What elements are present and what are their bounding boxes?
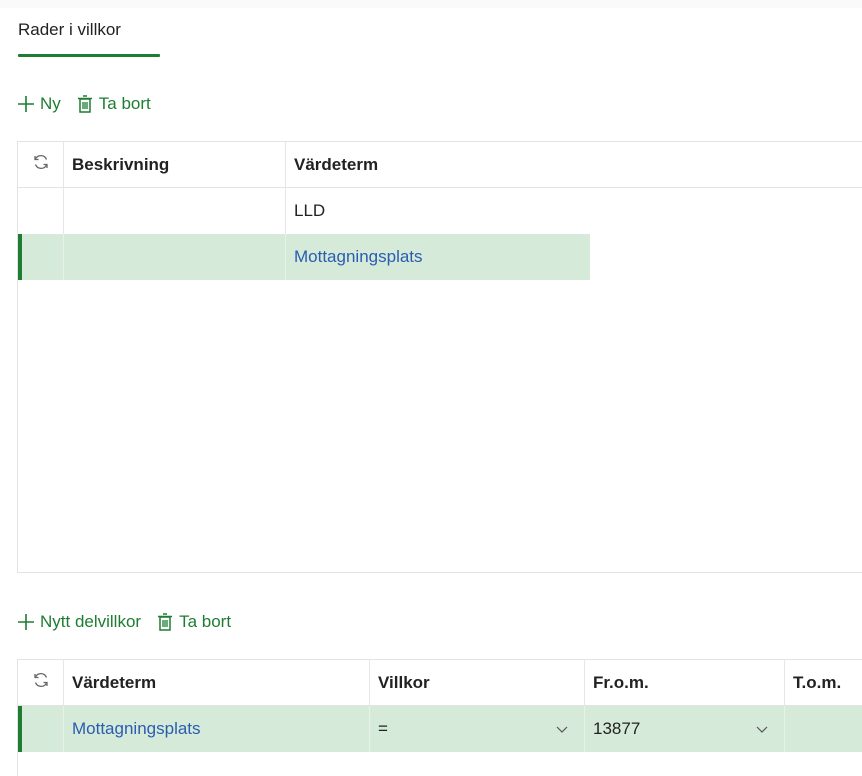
description-cell[interactable] xyxy=(64,234,286,280)
table-row-selected[interactable]: Mottagningsplats xyxy=(18,234,590,280)
delete-subcondition-label: Ta bort xyxy=(179,612,232,631)
column-header-to[interactable]: T.o.m. xyxy=(785,660,862,706)
from-select[interactable]: 13877 xyxy=(585,706,785,752)
row-marker-cell[interactable] xyxy=(18,706,64,752)
value-term-cell[interactable]: Mottagningsplats xyxy=(286,234,590,280)
delete-row-button[interactable]: Ta bort xyxy=(75,94,151,114)
from-value: 13877 xyxy=(593,719,641,738)
delete-row-label: Ta bort xyxy=(98,94,151,113)
condition-select[interactable]: = xyxy=(370,706,585,752)
tab-rader-i-villkor[interactable]: Rader i villkor xyxy=(18,20,121,40)
tab-active-indicator xyxy=(18,54,160,57)
refresh-icon xyxy=(32,671,50,694)
refresh-icon xyxy=(32,153,50,176)
new-row-button[interactable]: Ny xyxy=(16,94,61,114)
plus-icon xyxy=(16,612,36,632)
trash-icon xyxy=(75,94,95,114)
delete-subcondition-button[interactable]: Ta bort xyxy=(155,612,231,632)
value-term-cell[interactable]: LLD xyxy=(286,188,592,234)
description-cell[interactable] xyxy=(64,188,286,234)
trash-icon xyxy=(155,612,175,632)
conditions-rows-grid: Beskrivning Värdeterm LLD Mottagningspla… xyxy=(17,141,862,573)
value-term-cell[interactable]: Mottagningsplats xyxy=(64,706,370,752)
toolbar-rows: Ny Ta bort xyxy=(16,90,151,118)
refresh-button[interactable] xyxy=(18,142,64,188)
table-row[interactable]: LLD xyxy=(18,188,592,234)
new-subcondition-button[interactable]: Nytt delvillkor xyxy=(16,612,141,632)
selected-row-indicator xyxy=(18,706,22,752)
new-subcondition-label: Nytt delvillkor xyxy=(40,612,142,631)
grid-header: Beskrivning Värdeterm xyxy=(18,142,862,188)
column-header-description[interactable]: Beskrivning xyxy=(64,142,286,188)
column-header-value-term[interactable]: Värdeterm xyxy=(286,142,862,188)
refresh-button[interactable] xyxy=(18,660,64,706)
table-row-selected[interactable]: Mottagningsplats = 13877 xyxy=(18,706,862,752)
top-strip xyxy=(0,0,862,8)
selected-row-indicator xyxy=(18,234,22,280)
chevron-down-icon[interactable] xyxy=(554,721,570,737)
to-cell[interactable] xyxy=(785,706,862,752)
plus-icon xyxy=(16,94,36,114)
column-header-from[interactable]: Fr.o.m. xyxy=(585,660,785,706)
toolbar-subconditions: Nytt delvillkor Ta bort xyxy=(16,608,231,636)
column-header-condition[interactable]: Villkor xyxy=(370,660,585,706)
row-marker-cell[interactable] xyxy=(18,188,64,234)
subconditions-grid: Värdeterm Villkor Fr.o.m. T.o.m. Mottagn… xyxy=(17,659,862,776)
grid-header: Värdeterm Villkor Fr.o.m. T.o.m. xyxy=(18,660,862,706)
column-header-value-term[interactable]: Värdeterm xyxy=(64,660,370,706)
chevron-down-icon[interactable] xyxy=(754,721,770,737)
row-marker-cell[interactable] xyxy=(18,234,64,280)
new-row-label: Ny xyxy=(40,94,61,113)
condition-value: = xyxy=(378,719,388,738)
